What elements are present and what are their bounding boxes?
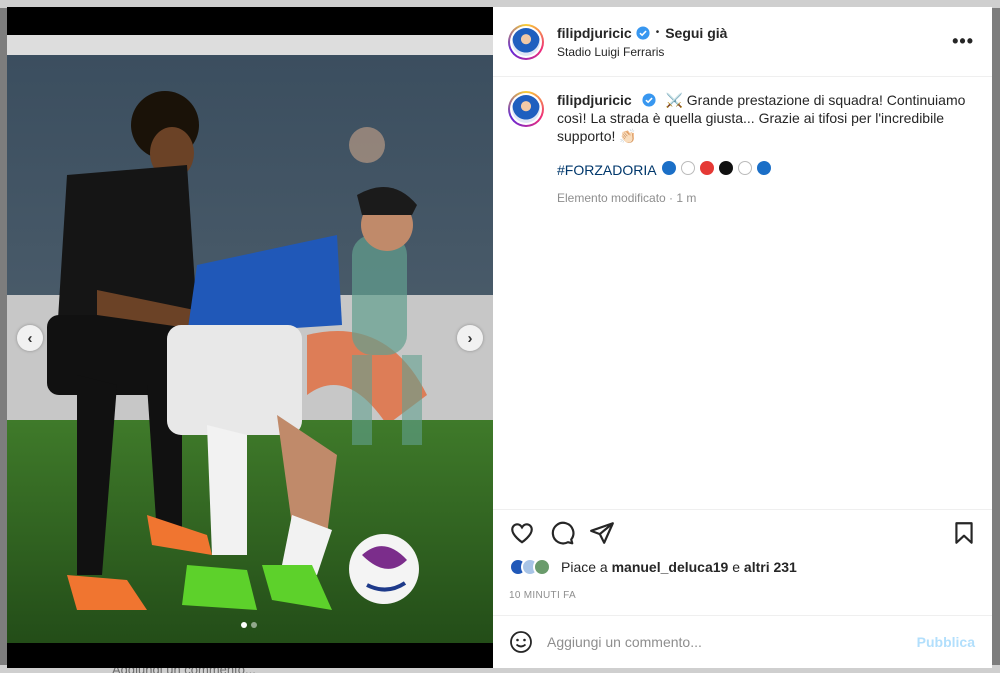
- publish-button[interactable]: Pubblica: [917, 634, 975, 650]
- color-circles: [657, 161, 771, 179]
- carousel-dot: [251, 622, 257, 628]
- edited-label: Elemento modificato · 1 m: [557, 191, 697, 205]
- post-header: filipdjuricic • Segui già Stadio Luigi F…: [493, 7, 992, 77]
- more-options-button[interactable]: •••: [952, 31, 974, 52]
- emoji-icon[interactable]: [509, 630, 533, 654]
- username-link[interactable]: filipdjuricic: [557, 25, 632, 41]
- avatar[interactable]: [508, 91, 544, 127]
- location-link[interactable]: Stadio Luigi Ferraris: [557, 45, 727, 59]
- hashtag-link[interactable]: #FORZADORIA: [557, 161, 657, 179]
- color-circle: [680, 161, 695, 175]
- post-timestamp[interactable]: 10 MINUTI FA: [509, 590, 576, 601]
- separator: •: [655, 27, 660, 38]
- comment-input[interactable]: [547, 634, 887, 650]
- likes-others[interactable]: altri 231: [744, 559, 797, 575]
- post-media: ‹ ›: [7, 7, 493, 668]
- liker-avatar: [533, 558, 551, 576]
- verified-icon: [642, 93, 656, 107]
- likes-conj: e: [732, 559, 741, 575]
- following-button[interactable]: Segui già: [665, 25, 727, 41]
- likes-prefix: Piace a: [561, 559, 608, 575]
- post-photo: [7, 35, 493, 643]
- caption-username[interactable]: filipdjuricic: [557, 92, 632, 108]
- carousel-dot: [241, 622, 247, 628]
- post-modal: ‹ › filipdjuricic • Segui già Stadio Lui…: [7, 7, 992, 668]
- post-side-panel: filipdjuricic • Segui già Stadio Luigi F…: [493, 7, 992, 668]
- color-circle: [737, 161, 752, 175]
- color-circle: [661, 161, 676, 175]
- carousel-prev-button[interactable]: ‹: [17, 325, 43, 351]
- carousel-next-button[interactable]: ›: [457, 325, 483, 351]
- comment-icon[interactable]: [549, 520, 575, 546]
- liker-username[interactable]: manuel_deluca19: [612, 559, 729, 575]
- carousel-indicator: [241, 622, 257, 628]
- color-circle: [699, 161, 714, 175]
- color-circle: [756, 161, 771, 175]
- verified-icon: [636, 25, 650, 40]
- likes-summary: Piace a manuel_deluca19 e altri 231: [509, 558, 797, 576]
- avatar[interactable]: [508, 23, 544, 60]
- caption: filipdjuricic ⚔️ Grande prestazione di s…: [493, 77, 992, 207]
- share-icon[interactable]: [589, 520, 615, 546]
- color-circle: [718, 161, 733, 175]
- bookmark-icon[interactable]: [951, 520, 977, 546]
- heart-icon[interactable]: [509, 520, 535, 546]
- comment-box: Pubblica: [493, 615, 992, 668]
- action-bar: [493, 509, 992, 557]
